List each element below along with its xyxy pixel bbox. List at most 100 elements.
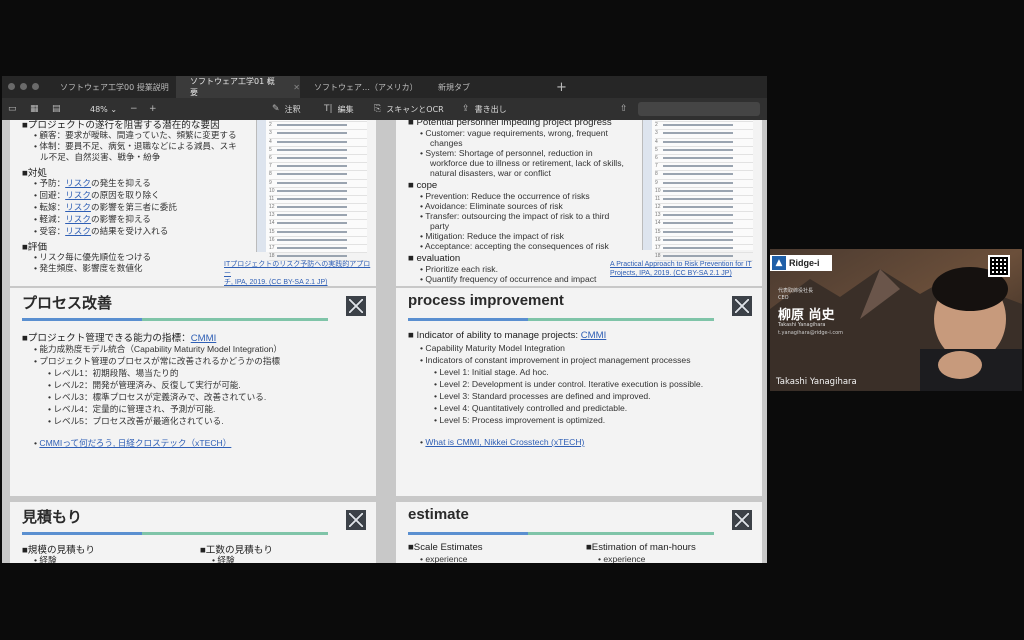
title-underline: [528, 532, 714, 535]
slide-text: • Quantify frequency of occurrence and i…: [420, 274, 597, 284]
edit-label: 編集: [337, 104, 354, 114]
slide-text: • Transfer: outsourcing the impact of ri…: [420, 211, 610, 221]
zoom-in-icon[interactable]: +: [149, 98, 157, 120]
slide-text: • 経験: [212, 555, 235, 563]
slide-text: natural disasters, war or conflict: [430, 168, 551, 178]
thumbnails-icon[interactable]: ▦: [30, 98, 39, 120]
slide-text: • Level 4: Quantitatively controlled and…: [434, 403, 628, 413]
slide-text: • Level 1: Initial stage. Ad hoc.: [434, 367, 549, 377]
citation-link[interactable]: ITプロジェクトのリスク予防への実践的アプロー チ, IPA, 2019. (CC…: [224, 260, 374, 286]
lecture-logo-icon: [346, 296, 366, 316]
close-window-button[interactable]: [8, 83, 15, 90]
slide-text: • experience: [598, 554, 646, 563]
slide-text: ■ Indicator of ability to manage project…: [408, 330, 607, 341]
slide-text: • レベル2：開発が管理済み、反復して実行が可能.: [48, 380, 241, 390]
lecture-logo-icon: [732, 510, 752, 530]
slide-text: • Level 3: Standard processes are define…: [434, 391, 651, 401]
slide-text: ■Scale Estimates: [408, 542, 483, 553]
tab-label: ソフトウェア工学00 授業説明: [60, 82, 169, 92]
email-text: t.yanagihara@ridge-i.com: [778, 330, 844, 336]
slide-text: • 軽減：リスクの影響を抑える: [34, 214, 151, 224]
tab-label: 新規タブ: [438, 82, 470, 92]
document-view: ■プロジェクトの遂行を阻害する潜在的な要因 • 顧客：要求が曖昧、間違っていた、…: [2, 120, 767, 563]
slide-estimate-jp: 見積もり ■規模の見積もり • 経験 ■工数の見積もり • 経験: [10, 502, 376, 563]
tab-bar: ソフトウェア工学00 授業説明 ソフトウェア工学01 概要 ✕ ソフトウェア…（ア…: [2, 76, 767, 98]
export-label: 書き出し: [474, 104, 507, 114]
tab-label: ソフトウェア…（アメリカ）: [314, 82, 418, 92]
slide-text: • 転嫁：リスクの影響を第三者に委託: [34, 202, 177, 212]
slide-text: • レベル3：標準プロセスが定義済みで、改善されている.: [48, 392, 267, 402]
slide-text: • Prioritize each risk.: [420, 264, 498, 274]
slide-text: • 回避：リスクの原因を取り除く: [34, 190, 160, 200]
scan-ocr-label: スキャンとOCR: [386, 104, 444, 114]
slide-risk-en: ■ Potential personnel impeding project p…: [396, 120, 762, 286]
annotate-label: 注釈: [284, 104, 301, 114]
slide-text: ■規模の見積もり: [22, 545, 95, 556]
slide-text: workforce due to illness or retirement, …: [430, 158, 624, 168]
text-icon: T|: [324, 104, 333, 114]
slide-text: • System: Shortage of personnel, reducti…: [420, 148, 593, 158]
participant-name-label: Takashi Yanagihara: [776, 377, 857, 387]
risk-table-image: 123456789101112131415161718: [256, 120, 367, 262]
annotate-button[interactable]: ✎ 注釈: [272, 98, 301, 120]
tab-3[interactable]: 新規タブ: [424, 76, 544, 98]
slide-text: • 経験: [34, 555, 57, 563]
zoom-level[interactable]: 48% ⌄: [90, 98, 117, 120]
qr-code-icon: [988, 255, 1010, 277]
slide-text: changes: [430, 138, 463, 148]
minimize-window-button[interactable]: [20, 83, 27, 90]
slide-title: プロセス改善: [22, 295, 113, 312]
title-underline: [408, 532, 528, 535]
slide-text: • 発生頻度、影響度を数値化: [34, 263, 143, 273]
slide-text: • Level 2: Development is under control.…: [434, 379, 704, 389]
slide-text: • 予防：リスクの発生を抑える: [34, 178, 151, 188]
slide-text: ■ evaluation: [408, 253, 461, 264]
slide-text: • Indicators of constant improvement in …: [420, 355, 691, 365]
new-tab-button[interactable]: +: [550, 76, 570, 98]
tab-2[interactable]: ソフトウェア…（アメリカ）: [300, 76, 424, 98]
title-underline: [142, 318, 328, 321]
citation-link[interactable]: A Practical Approach to Risk Prevention …: [610, 260, 760, 278]
cmmi-link[interactable]: • CMMIって何だろう, 日経クロステック（xTECH）: [34, 437, 231, 449]
role-text: 代表取締役社長: [778, 288, 814, 294]
slide-text: • Avoidance: Eliminate sources of risk: [420, 201, 563, 211]
participant-video-tile[interactable]: ▲ Ridge-i 代表取締役社長 CEO 柳原 尚史 Takashi Yana…: [770, 249, 1022, 391]
slide-title: estimate: [408, 506, 469, 523]
title-underline: [528, 318, 714, 321]
slide-text: • Level 5: Process improvement is optimi…: [434, 415, 606, 425]
edit-button[interactable]: T| 編集: [324, 98, 354, 120]
zoom-out-icon[interactable]: −: [130, 98, 138, 120]
close-icon[interactable]: ✕: [293, 83, 300, 92]
slide-text: ■Estimation of man-hours: [586, 542, 696, 553]
share-icon[interactable]: ⇧: [620, 98, 628, 120]
slide-text: • プロジェクト管理のプロセスが常に改善されるかどうかの指標: [34, 356, 281, 366]
pdf-viewer-window: ソフトウェア工学00 授業説明 ソフトウェア工学01 概要 ✕ ソフトウェア…（ア…: [2, 76, 767, 563]
ridge-i-logo-icon: ▲: [772, 256, 786, 270]
title-underline: [408, 318, 528, 321]
brand-label: Ridge-i: [789, 258, 820, 268]
slide-title: process improvement: [408, 292, 564, 309]
slide-text: • レベル4：定量的に管理され、予測が可能.: [48, 404, 216, 414]
slide-text: • Customer: vague requirements, wrong, f…: [420, 128, 608, 138]
zoom-window-button[interactable]: [32, 83, 39, 90]
slide-text: ■プロジェクト管理できる能力の指標：CMMI: [22, 333, 217, 344]
slide-risk-jp: ■プロジェクトの遂行を阻害する潜在的な要因 • 顧客：要求が曖昧、間違っていた、…: [10, 120, 376, 286]
name-en-small: Takashi Yanagihara: [778, 322, 826, 328]
slide-text: ■工数の見積もり: [200, 545, 273, 556]
export-button[interactable]: ⇪ 書き出し: [462, 98, 507, 120]
search-input[interactable]: [638, 102, 760, 116]
lecture-logo-icon: [346, 510, 366, 530]
sidebar-icon[interactable]: ▭: [8, 98, 17, 120]
title-underline: [142, 532, 328, 535]
slide-text: • 能力成熟度モデル統合（Capability Maturity Model I…: [34, 344, 282, 354]
tab-1[interactable]: ソフトウェア工学01 概要 ✕: [176, 76, 300, 98]
page-view-icon[interactable]: ▤: [52, 98, 61, 120]
scan-ocr-button[interactable]: ⎘ スキャンとOCR: [374, 98, 444, 120]
name-jp: 柳原 尚史: [778, 308, 835, 323]
tab-0[interactable]: ソフトウェア工学00 授業説明: [46, 76, 176, 98]
cmmi-link[interactable]: • What is CMMI, Nikkei Crosstech (xTECH): [420, 437, 584, 447]
slide-text: • Acceptance: accepting the consequences…: [420, 241, 609, 251]
slide-text: • レベル1：初期段階、場当たり的: [48, 368, 179, 378]
slide-text: • Prevention: Reduce the occurrence of r…: [420, 191, 590, 201]
slide-estimate-en: estimate ■Scale Estimates • experience ■…: [396, 502, 762, 563]
